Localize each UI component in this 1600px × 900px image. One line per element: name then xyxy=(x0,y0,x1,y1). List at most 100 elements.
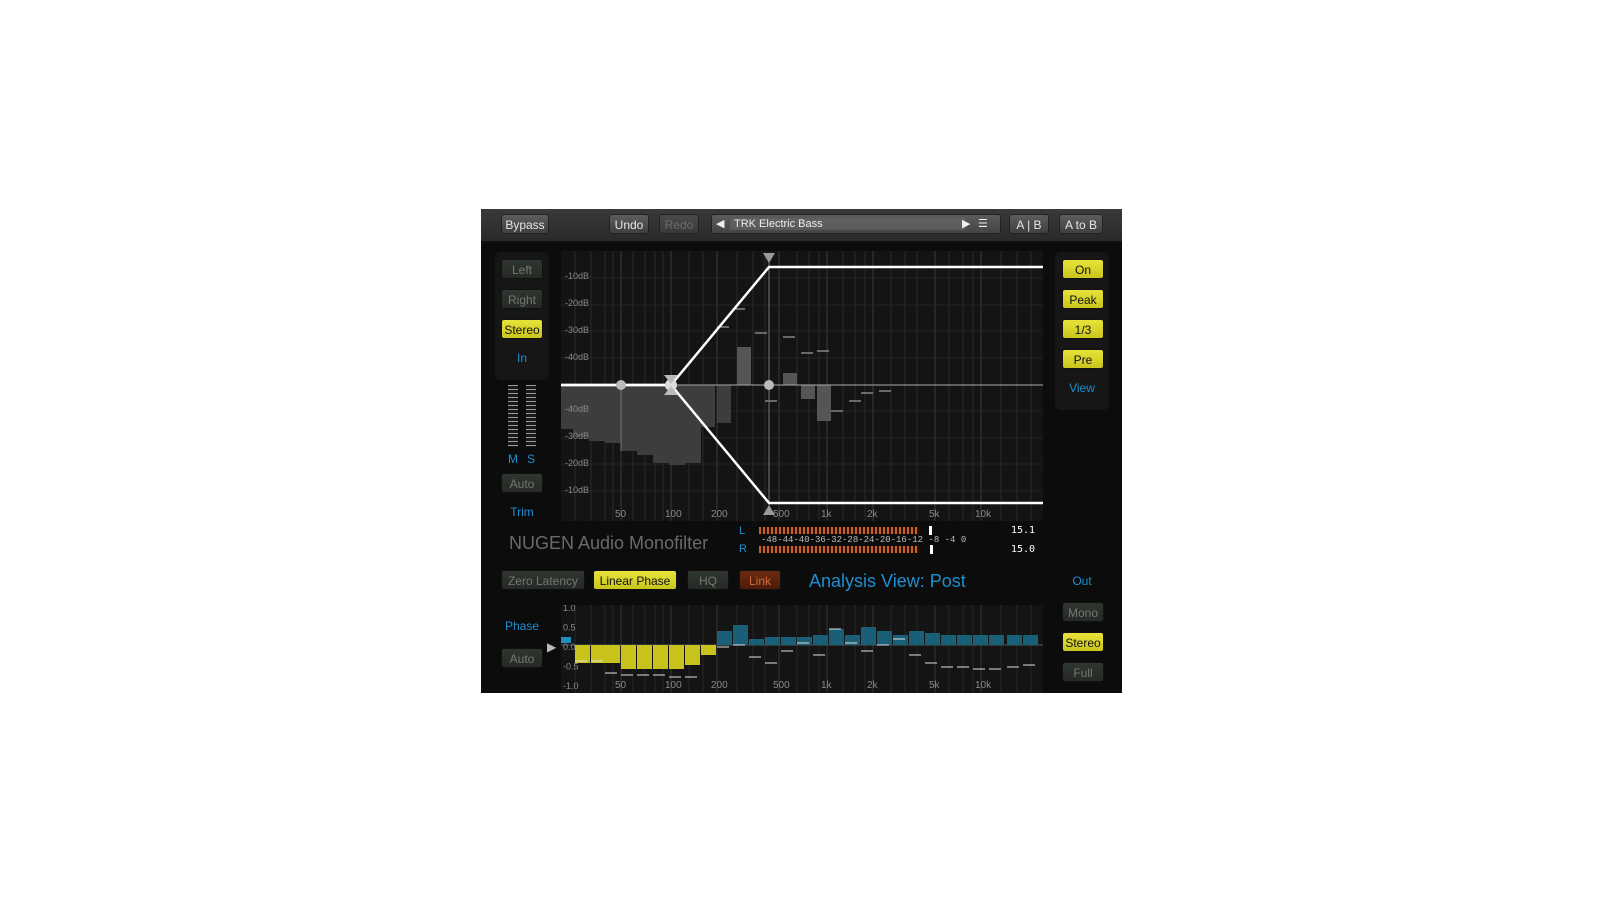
zero-latency-button[interactable]: Zero Latency xyxy=(501,570,585,590)
trim-auto-button[interactable]: Auto xyxy=(501,473,543,493)
left-peak-value: 15.1 xyxy=(1011,525,1036,536)
spectrum-bar xyxy=(669,385,685,465)
hq-button[interactable]: HQ xyxy=(687,570,729,590)
phase-y-label: 1.0 xyxy=(563,605,576,613)
phase-frequency-label: 2k xyxy=(867,680,879,691)
phase-frequency-label: 5k xyxy=(929,680,941,691)
linear-phase-button[interactable]: Linear Phase xyxy=(593,570,677,590)
frequency-label: 50 xyxy=(615,509,627,520)
spectrum-bar xyxy=(737,347,751,385)
db-label: -20dB xyxy=(565,298,589,308)
right-meter-peak xyxy=(930,545,933,554)
phase-bar-positive xyxy=(957,635,972,645)
right-peak-value: 15.0 xyxy=(1011,544,1036,555)
analyzer-on-button[interactable]: On xyxy=(1062,259,1104,279)
high-handle[interactable] xyxy=(764,380,774,390)
pre-button[interactable]: Pre xyxy=(1062,349,1104,369)
spectrum-bar xyxy=(685,385,701,463)
phase-bar-positive xyxy=(765,637,780,645)
phase-bar-positive xyxy=(909,631,924,645)
frequency-label: 200 xyxy=(711,509,728,520)
db-label: -10dB xyxy=(565,271,589,281)
right-channel-button[interactable]: Right xyxy=(501,289,543,309)
preset-name: TRK Electric Bass xyxy=(734,218,823,230)
left-channel-button[interactable]: Left xyxy=(501,259,543,279)
product-title: NUGEN Audio Monofilter xyxy=(509,533,709,553)
frequency-label: 500 xyxy=(773,509,790,520)
preset-menu-icon[interactable]: ☰ xyxy=(978,215,988,233)
frequency-label: 10k xyxy=(975,509,992,520)
phase-correlation-graph: 1.0 0.5 0.0 -0.5 -1.0 50 100 200 500 1k 2k 5k 10k xyxy=(561,605,1043,693)
right-meter-label: R xyxy=(739,543,747,555)
phase-bar-negative xyxy=(701,645,716,655)
mid-trim-slider[interactable] xyxy=(508,385,518,447)
monofilter-plugin-window: Bypass Undo Redo ◀ TRK Electric Bass ▶ ☰… xyxy=(481,209,1122,693)
spectrum-bar xyxy=(589,385,605,441)
spectrum-bar xyxy=(783,373,797,385)
phase-bar-positive xyxy=(749,639,764,645)
link-button[interactable]: Link xyxy=(739,570,781,590)
meter-scale: -48-44-40-36-32-28-24-20-16-12 -8 -4 0 xyxy=(761,535,967,545)
preset-selector[interactable]: ◀ TRK Electric Bass ▶ ☰ xyxy=(711,214,1001,234)
phase-auto-button[interactable]: Auto xyxy=(501,648,543,668)
phase-bar-positive xyxy=(989,635,1004,645)
spectrum-bar xyxy=(621,385,637,451)
peak-button[interactable]: Peak xyxy=(1062,289,1104,309)
filter-response-graph[interactable]: -10dB -20dB -30dB -40dB -40dB -30dB -20dB -10d… xyxy=(561,251,1043,521)
output-label: Out xyxy=(1072,574,1092,588)
stereo-channel-button[interactable]: Stereo xyxy=(501,319,543,339)
phase-bar-positive xyxy=(893,635,908,645)
output-stereo-button[interactable]: Stereo xyxy=(1062,632,1104,652)
phase-frequency-label: 1k xyxy=(821,680,833,691)
output-full-button[interactable]: Full xyxy=(1062,662,1104,682)
db-label: -40dB xyxy=(565,352,589,362)
bypass-button[interactable]: Bypass xyxy=(501,214,549,234)
frequency-label: 5k xyxy=(929,509,941,520)
output-level-meter: L R -48-44-40-36-32-28-24-20-16-12 -8 -4… xyxy=(739,525,1039,561)
db-label: -30dB xyxy=(565,431,589,441)
phase-bar-positive xyxy=(861,627,876,645)
phase-bar-negative xyxy=(685,645,700,665)
undo-button[interactable]: Undo xyxy=(609,214,649,234)
db-label: -10dB xyxy=(565,485,589,495)
phase-bar-positive xyxy=(797,637,812,645)
phase-y-label: 0.5 xyxy=(563,623,576,633)
a-to-b-button[interactable]: A to B xyxy=(1059,214,1103,234)
phase-bar-positive xyxy=(973,635,988,645)
next-preset-icon[interactable]: ▶ xyxy=(962,215,970,233)
db-label: -30dB xyxy=(565,325,589,335)
phase-bar-positive xyxy=(733,625,748,645)
third-octave-button[interactable]: 1/3 xyxy=(1062,319,1104,339)
right-meter-bar xyxy=(759,546,919,553)
view-label: View xyxy=(1069,381,1095,395)
mid-label: M xyxy=(508,452,518,466)
phase-bar-negative xyxy=(669,645,684,669)
left-meter-label: L xyxy=(739,525,746,537)
phase-bar-negative xyxy=(575,645,590,663)
phase-bar-negative xyxy=(621,645,636,669)
analysis-view-label: Analysis View: Post xyxy=(809,571,966,591)
left-meter-bar xyxy=(759,527,919,534)
trim-label: Trim xyxy=(510,505,534,519)
phase-bar-negative xyxy=(653,645,668,669)
phase-bar-negative xyxy=(591,645,606,663)
ab-toggle-button[interactable]: A | B xyxy=(1009,214,1049,234)
frequency-label: 100 xyxy=(665,509,682,520)
side-trim-slider[interactable] xyxy=(526,385,536,447)
output-mono-button[interactable]: Mono xyxy=(1062,602,1104,622)
redo-button[interactable]: Redo xyxy=(659,214,699,234)
phase-bar-positive xyxy=(1007,635,1022,645)
frequency-label: 2k xyxy=(867,509,879,520)
phase-y-label: -1.0 xyxy=(563,681,579,691)
phase-pointer-icon[interactable]: ▶ xyxy=(547,640,556,654)
prev-preset-icon[interactable]: ◀ xyxy=(716,215,724,233)
phase-frequency-label: 50 xyxy=(615,680,627,691)
phase-bar-positive xyxy=(925,633,940,645)
phase-frequency-label: 100 xyxy=(665,680,682,691)
low-handle[interactable] xyxy=(616,380,626,390)
phase-bar-positive xyxy=(941,635,956,645)
spectrum-bar xyxy=(701,385,715,427)
spectrum-bar xyxy=(605,385,621,443)
spectrum-bar xyxy=(653,385,669,463)
phase-frequency-label: 10k xyxy=(975,680,992,691)
